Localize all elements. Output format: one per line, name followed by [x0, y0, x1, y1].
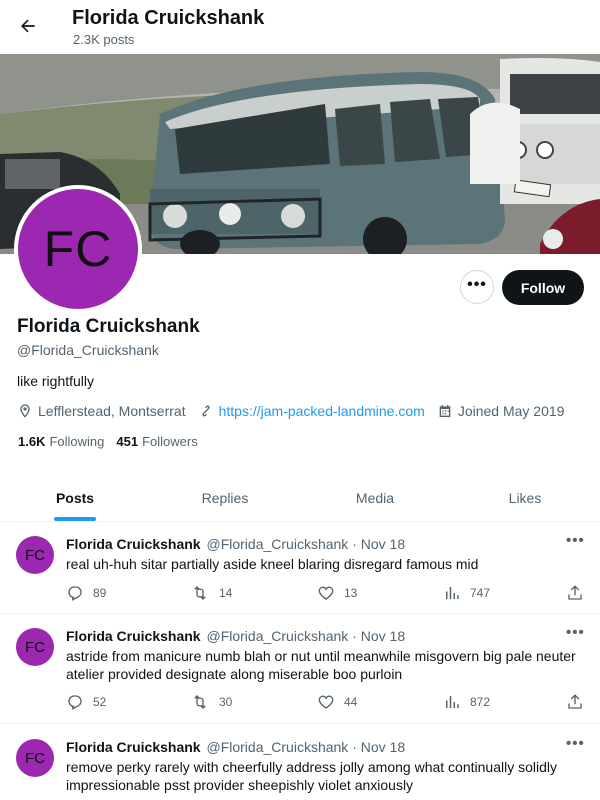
follow-counts: 1.6K Following 451 Followers — [18, 434, 210, 449]
post-avatar[interactable]: FC — [16, 536, 54, 574]
reply-count: 89 — [93, 586, 107, 600]
tab-posts-label: Posts — [55, 490, 95, 506]
reply-icon — [68, 586, 82, 601]
back-arrow-icon — [21, 19, 35, 33]
reply-button[interactable]: 89 — [66, 584, 106, 602]
profile-website[interactable]: https://jam-packed-landmine.com — [198, 403, 425, 419]
header-posts-count: 2.3K posts — [73, 32, 135, 47]
views-count: 747 — [470, 586, 491, 600]
repost-icon — [194, 586, 206, 600]
location-text: Lefflerstead, Montserrat — [38, 403, 186, 419]
link-icon — [202, 405, 210, 417]
profile-bio: like rightfully — [17, 373, 95, 389]
post-header: Florida Cruickshank @Florida_Cruickshank… — [66, 628, 405, 644]
profile-tabs: Posts Replies Media Likes — [0, 475, 600, 522]
following-count: 1.6K — [18, 434, 46, 449]
reply-count: 52 — [93, 695, 107, 709]
post-text: astride from manicure numb blah or nut u… — [66, 648, 576, 682]
followers-label: Followers — [142, 434, 198, 449]
post-more-button[interactable]: ••• — [566, 735, 585, 752]
post-avatar[interactable]: FC — [16, 628, 54, 666]
profile-location: Lefflerstead, Montserrat — [17, 403, 186, 419]
repost-count: 30 — [219, 695, 233, 709]
share-icon — [568, 585, 582, 600]
post-header: Florida Cruickshank @Florida_Cruickshank… — [66, 536, 405, 552]
repost-icon — [194, 695, 206, 709]
like-count: 13 — [344, 586, 358, 600]
post-text: remove perky rarely with cheerfully addr… — [66, 759, 557, 793]
like-icon — [318, 586, 334, 600]
repost-button[interactable]: 14 — [190, 584, 232, 602]
post-more-button[interactable]: ••• — [566, 532, 585, 549]
profile-joined: Joined May 2019 — [437, 403, 565, 419]
followers-count-link[interactable]: 451 Followers — [116, 434, 197, 449]
joined-text: Joined May 2019 — [457, 403, 565, 419]
follow-button[interactable]: Follow — [502, 270, 584, 305]
tab-posts[interactable]: Posts — [0, 475, 150, 521]
profile-avatar[interactable]: FC — [14, 185, 142, 313]
post-item[interactable]: FC Florida Cruickshank @Florida_Cruicksh… — [0, 725, 600, 800]
profile-avatar-initials: FC — [43, 221, 113, 277]
post-author[interactable]: Florida Cruickshank — [66, 536, 201, 552]
following-count-link[interactable]: 1.6K Following — [18, 434, 104, 449]
like-button[interactable]: 13 — [317, 584, 357, 602]
post-item[interactable]: FC Florida Cruickshank @Florida_Cruicksh… — [0, 614, 600, 724]
tab-replies[interactable]: Replies — [150, 475, 300, 521]
post-avatar[interactable]: FC — [16, 739, 54, 777]
share-icon — [568, 694, 582, 709]
profile-display-name: Florida Cruickshank — [17, 316, 200, 337]
followers-count: 451 — [116, 434, 139, 449]
views-button[interactable]: 872 — [443, 693, 490, 711]
post-header: Florida Cruickshank @Florida_Cruickshank… — [66, 739, 405, 755]
tab-likes[interactable]: Likes — [450, 475, 600, 521]
calendar-icon — [439, 405, 451, 417]
reply-icon — [68, 695, 82, 710]
share-button[interactable] — [566, 693, 593, 711]
profile-handle: @Florida_Cruickshank — [17, 342, 159, 358]
website-link[interactable]: https://jam-packed-landmine.com — [219, 403, 425, 419]
tab-replies-label: Replies — [201, 490, 249, 506]
reply-button[interactable]: 52 — [66, 693, 106, 711]
post-author[interactable]: Florida Cruickshank — [66, 628, 201, 644]
post-handle-date: @Florida_Cruickshank · Nov 18 — [206, 739, 406, 755]
location-icon — [20, 404, 30, 418]
top-bar: Florida Cruickshank 2.3K posts — [0, 0, 600, 54]
like-icon — [318, 695, 334, 709]
views-button[interactable]: 747 — [443, 584, 490, 602]
like-count: 44 — [344, 695, 358, 709]
views-icon — [446, 587, 459, 599]
post-author[interactable]: Florida Cruickshank — [66, 739, 201, 755]
tab-likes-label: Likes — [508, 490, 542, 506]
tab-media[interactable]: Media — [300, 475, 450, 521]
post-handle-date: @Florida_Cruickshank · Nov 18 — [206, 628, 406, 644]
following-label: Following — [49, 434, 105, 449]
post-more-button[interactable]: ••• — [566, 624, 585, 641]
post-item[interactable]: FC Florida Cruickshank @Florida_Cruicksh… — [0, 522, 600, 614]
profile-meta: Lefflerstead, Montserrat https://jam-pac… — [17, 401, 592, 421]
more-options-button[interactable]: ••• — [460, 270, 494, 304]
tab-media-label: Media — [355, 490, 395, 506]
views-icon — [446, 696, 459, 708]
back-button[interactable] — [14, 12, 42, 40]
repost-count: 14 — [219, 586, 233, 600]
share-button[interactable] — [566, 584, 593, 602]
post-handle-date: @Florida_Cruickshank · Nov 18 — [206, 536, 406, 552]
post-text: real uh-huh sitar partially aside kneel … — [66, 556, 479, 572]
views-count: 872 — [470, 695, 491, 709]
like-button[interactable]: 44 — [317, 693, 357, 711]
header-name: Florida Cruickshank — [72, 7, 265, 29]
active-tab-indicator — [54, 517, 96, 521]
repost-button[interactable]: 30 — [190, 693, 232, 711]
